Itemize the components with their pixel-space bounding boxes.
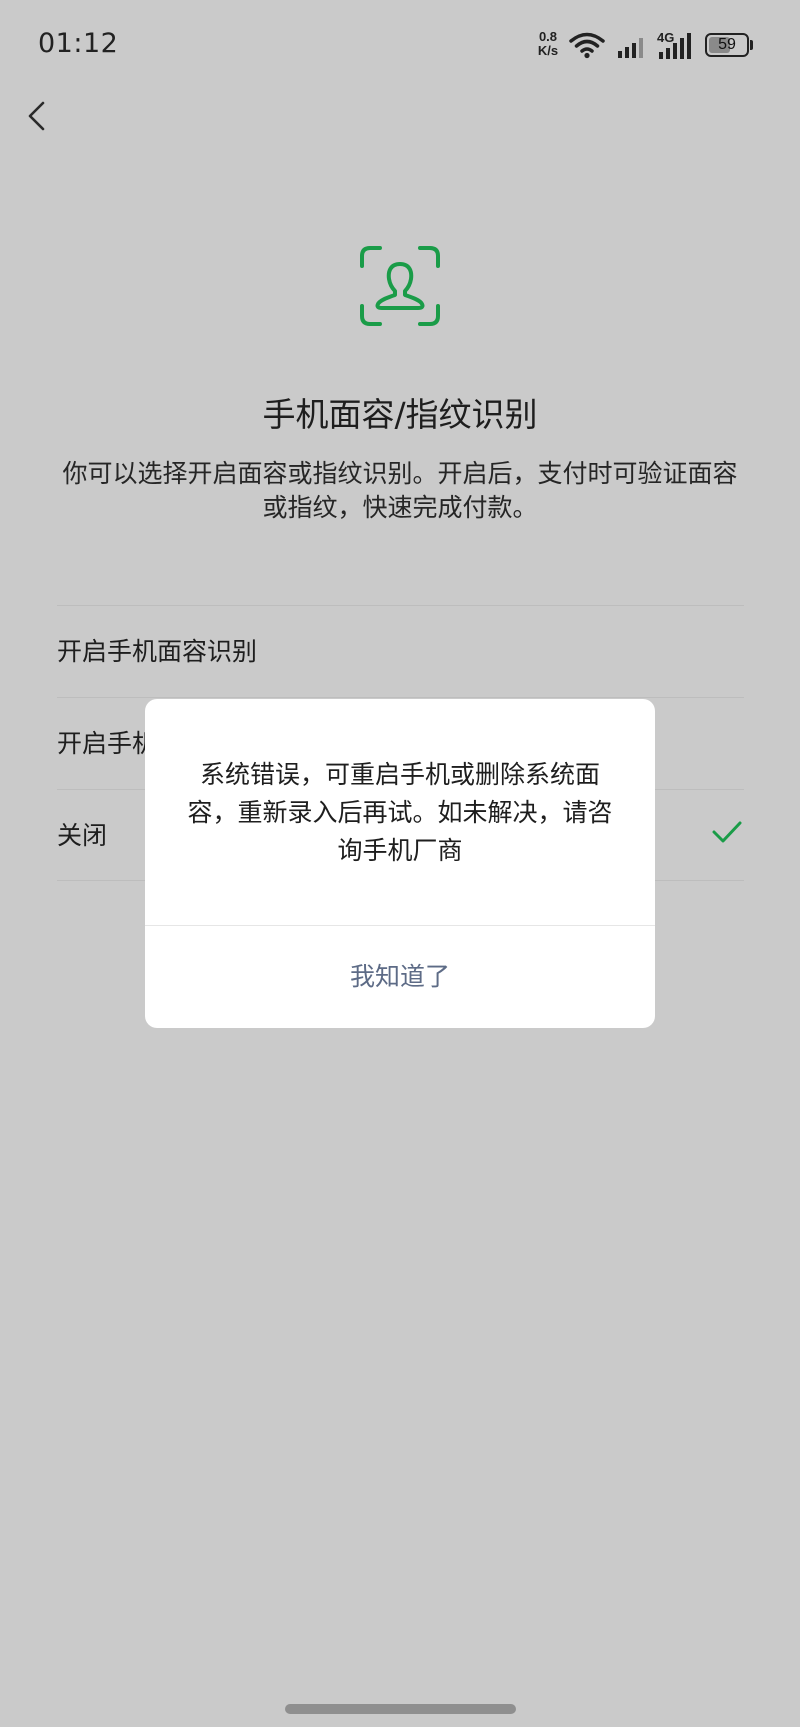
face-scan-icon [360, 246, 440, 326]
option-label: 开启手机面容识别 [57, 637, 258, 666]
back-button[interactable] [18, 92, 58, 140]
home-indicator[interactable] [285, 1704, 516, 1714]
signal-4g-icon: 4G [657, 30, 697, 61]
network-speed-value: 0.8 [538, 29, 558, 44]
signal-icon [618, 38, 643, 58]
network-speed-unit: K/s [537, 43, 559, 58]
chevron-left-icon [28, 101, 45, 131]
option-label: 开启手机 [57, 729, 158, 758]
network-speed: 0.8 K/s [532, 30, 564, 58]
page-description: 你可以选择开启面容或指纹识别。开启后，支付时可验证面容或指纹，快速完成付款。 [62, 459, 738, 522]
page-title: 手机面容/指纹识别 [262, 395, 538, 434]
got-it-button[interactable]: 我知道了 [145, 926, 655, 1028]
battery-level: 59 [718, 36, 736, 53]
status-bar: 01:12 0.8 K/s 4G 59 [0, 0, 800, 90]
wifi-icon [569, 32, 605, 59]
option-enable-face[interactable]: 开启手机面容识别 [57, 605, 744, 697]
battery-tip [750, 40, 753, 50]
option-label: 关闭 [57, 821, 108, 850]
status-time: 01:12 [38, 28, 119, 59]
error-dialog: 系统错误，可重启手机或删除系统面容，重新录入后再试。如未解决，请咨询手机厂商 我… [145, 699, 655, 1028]
dialog-message: 系统错误，可重启手机或删除系统面容，重新录入后再试。如未解决，请咨询手机厂商 [187, 760, 613, 865]
checkmark-icon [712, 821, 742, 843]
battery-icon: 59 [705, 33, 749, 57]
